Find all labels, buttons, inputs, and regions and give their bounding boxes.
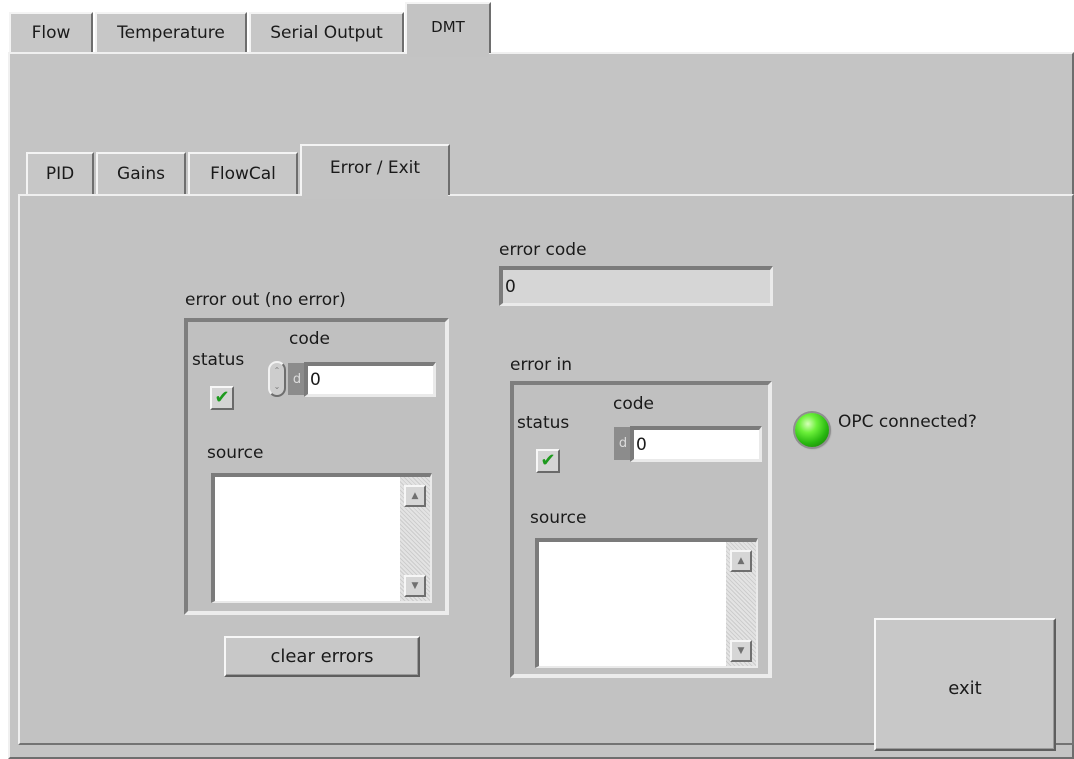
error-out-source-label: source (207, 443, 264, 463)
error-code-indicator: 0 (499, 266, 773, 306)
error-out-code-value: 0 (310, 370, 321, 390)
tab-pid-label: PID (45, 164, 75, 184)
exit-button[interactable]: exit (874, 618, 1056, 751)
tab-gains[interactable]: Gains (96, 152, 186, 194)
tab-serial-output-label: Serial Output (270, 23, 383, 43)
tab-flow-label: Flow (31, 23, 71, 43)
tab-error-exit-label: Error / Exit (329, 158, 421, 178)
error-code-label: error code (499, 240, 587, 260)
spin-down-icon: ⌄ (273, 382, 281, 391)
error-in-source-scrollbar[interactable]: ▲ ▼ (726, 542, 756, 666)
scroll-up-arrow-icon[interactable]: ▲ (404, 485, 426, 507)
tab-temperature-label: Temperature (117, 23, 225, 43)
error-out-code-label: code (289, 329, 330, 349)
error-out-code-increment-decrement[interactable]: ⌃ ⌄ (268, 361, 286, 397)
tab-dmt-label: DMT (431, 18, 465, 36)
error-in-code-label: code (613, 394, 654, 414)
clear-errors-button[interactable]: clear errors (224, 636, 420, 677)
error-in-code-value: 0 (636, 434, 647, 455)
tab-flowcal[interactable]: FlowCal (188, 152, 298, 194)
tab-error-exit[interactable]: Error / Exit (300, 144, 450, 199)
tab-flowcal-label: FlowCal (210, 164, 276, 184)
error-in-code-field: 0 (630, 426, 762, 462)
error-out-source-scrollbar[interactable]: ▲ ▼ (400, 477, 430, 601)
tab-temperature[interactable]: Temperature (95, 12, 247, 52)
error-in-source-label: source (530, 508, 587, 528)
scroll-up-arrow-icon[interactable]: ▲ (730, 550, 752, 572)
tab-flow[interactable]: Flow (9, 12, 93, 52)
check-icon: ✔ (214, 387, 230, 408)
tab-dmt[interactable]: DMT (405, 2, 491, 57)
tab-serial-output[interactable]: Serial Output (249, 12, 404, 52)
spin-up-icon: ⌃ (273, 366, 281, 375)
error-out-status-label: status (192, 350, 245, 370)
scroll-down-arrow-icon[interactable]: ▼ (404, 575, 426, 597)
error-out-code-field[interactable]: 0 (304, 362, 436, 397)
error-in-status-checkbox[interactable]: ✔ (536, 449, 560, 473)
opc-connected-label: OPC connected? (838, 412, 977, 432)
error-in-source-field: ▲ ▼ (535, 538, 758, 668)
error-in-label: error in (510, 355, 573, 375)
error-in-status-label: status (517, 413, 570, 433)
error-out-source-field[interactable]: ▲ ▼ (211, 473, 432, 603)
error-code-value: 0 (505, 276, 516, 297)
tab-pid[interactable]: PID (26, 152, 94, 194)
error-out-status-checkbox[interactable]: ✔ (210, 386, 234, 410)
scroll-down-arrow-icon[interactable]: ▼ (730, 640, 752, 662)
check-icon: ✔ (540, 450, 556, 471)
error-out-label: error out (no error) (185, 290, 346, 310)
opc-connected-led (795, 413, 829, 447)
tab-gains-label: Gains (117, 164, 165, 184)
